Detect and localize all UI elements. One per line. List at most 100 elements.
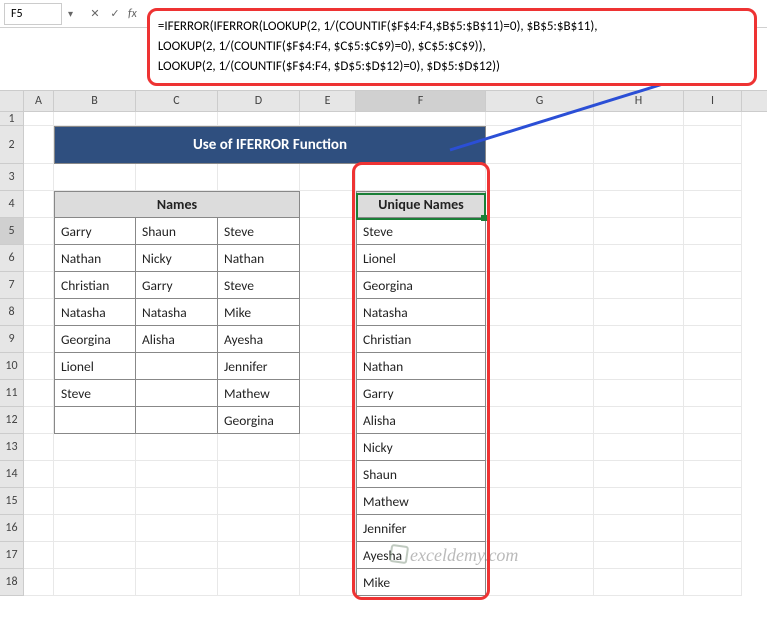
names-cell[interactable]	[54, 461, 136, 488]
names-cell[interactable]	[218, 164, 300, 191]
cell[interactable]	[24, 515, 54, 542]
row-header[interactable]: 8	[0, 299, 24, 326]
cell[interactable]	[594, 380, 684, 407]
cell[interactable]	[300, 326, 356, 353]
cell[interactable]	[594, 461, 684, 488]
cell[interactable]	[684, 112, 742, 126]
unique-header[interactable]: Unique Names	[356, 191, 486, 218]
cell[interactable]	[594, 245, 684, 272]
names-cell[interactable]: Mathew	[218, 380, 300, 407]
cell[interactable]	[486, 380, 594, 407]
row-header[interactable]: 3	[0, 164, 24, 191]
col-header[interactable]: F	[356, 91, 486, 111]
row-header[interactable]: 9	[0, 326, 24, 353]
names-cell[interactable]	[136, 461, 218, 488]
unique-cell[interactable]: Nicky	[356, 434, 486, 461]
cell[interactable]	[594, 569, 684, 596]
names-cell[interactable]	[54, 515, 136, 542]
cell[interactable]	[486, 353, 594, 380]
names-cell[interactable]	[54, 407, 136, 434]
cell[interactable]	[684, 461, 742, 488]
fx-icon[interactable]: fx	[128, 7, 137, 21]
names-cell[interactable]	[218, 488, 300, 515]
row-header[interactable]: 7	[0, 272, 24, 299]
names-cell[interactable]: Mike	[218, 299, 300, 326]
cell[interactable]	[24, 164, 54, 191]
cell[interactable]	[24, 461, 54, 488]
cell[interactable]	[594, 407, 684, 434]
names-cell[interactable]: Christian	[54, 272, 136, 299]
cell[interactable]	[24, 218, 54, 245]
cell[interactable]	[24, 272, 54, 299]
row-header[interactable]: 17	[0, 542, 24, 569]
cell[interactable]	[24, 434, 54, 461]
names-cell[interactable]	[136, 515, 218, 542]
col-header[interactable]: B	[54, 91, 136, 111]
names-cell[interactable]: Nathan	[218, 245, 300, 272]
cell[interactable]	[486, 272, 594, 299]
names-cell[interactable]: Nicky	[136, 245, 218, 272]
unique-cell[interactable]: Jennifer	[356, 515, 486, 542]
names-cell[interactable]	[54, 164, 136, 191]
cell[interactable]	[486, 164, 594, 191]
names-cell[interactable]: Steve	[218, 218, 300, 245]
cell[interactable]	[486, 569, 594, 596]
names-cell[interactable]	[54, 569, 136, 596]
cell[interactable]	[684, 326, 742, 353]
cell[interactable]	[684, 380, 742, 407]
unique-cell[interactable]: Shaun	[356, 461, 486, 488]
names-cell[interactable]	[136, 542, 218, 569]
cell[interactable]	[594, 488, 684, 515]
cell[interactable]	[24, 299, 54, 326]
unique-cell[interactable]: Nathan	[356, 353, 486, 380]
cell[interactable]	[24, 112, 54, 126]
col-header[interactable]: D	[218, 91, 300, 111]
row-header[interactable]: 18	[0, 569, 24, 596]
cell[interactable]	[684, 353, 742, 380]
cell[interactable]	[24, 126, 54, 164]
row-header[interactable]: 1	[0, 112, 24, 126]
names-cell[interactable]	[136, 569, 218, 596]
names-cell[interactable]	[136, 407, 218, 434]
names-cell[interactable]	[218, 112, 300, 126]
unique-cell[interactable]: Alisha	[356, 407, 486, 434]
names-cell[interactable]: Natasha	[136, 299, 218, 326]
names-cell[interactable]	[136, 353, 218, 380]
cell[interactable]	[486, 191, 594, 218]
cell[interactable]	[300, 299, 356, 326]
col-header[interactable]: C	[136, 91, 218, 111]
cell[interactable]	[594, 542, 684, 569]
cell[interactable]	[684, 299, 742, 326]
row-header[interactable]: 13	[0, 434, 24, 461]
unique-cell[interactable]: Mike	[356, 569, 486, 596]
names-cell[interactable]: Georgina	[218, 407, 300, 434]
names-cell[interactable]: Natasha	[54, 299, 136, 326]
names-cell[interactable]	[54, 488, 136, 515]
select-all-corner[interactable]	[0, 91, 24, 111]
row-header[interactable]: 14	[0, 461, 24, 488]
unique-cell[interactable]: Mathew	[356, 488, 486, 515]
cell[interactable]	[24, 488, 54, 515]
names-cell[interactable]	[136, 164, 218, 191]
cell[interactable]	[300, 569, 356, 596]
row-header[interactable]: 10	[0, 353, 24, 380]
unique-cell[interactable]: Christian	[356, 326, 486, 353]
cell[interactable]	[594, 434, 684, 461]
cell[interactable]	[486, 488, 594, 515]
cell[interactable]	[24, 407, 54, 434]
cell[interactable]	[300, 191, 356, 218]
cell[interactable]	[594, 299, 684, 326]
names-cell[interactable]: Jennifer	[218, 353, 300, 380]
row-header[interactable]: 16	[0, 515, 24, 542]
cancel-icon[interactable]: ✕	[86, 5, 104, 23]
unique-cell[interactable]	[356, 164, 486, 191]
cell[interactable]	[684, 542, 742, 569]
cell[interactable]	[300, 542, 356, 569]
names-cell[interactable]	[54, 542, 136, 569]
chevron-down-icon[interactable]: ▾	[68, 7, 80, 20]
names-cell[interactable]: Steve	[54, 380, 136, 407]
cell[interactable]	[486, 218, 594, 245]
col-header[interactable]: E	[300, 91, 356, 111]
cell[interactable]	[684, 126, 742, 164]
row-header[interactable]: 5	[0, 218, 24, 245]
